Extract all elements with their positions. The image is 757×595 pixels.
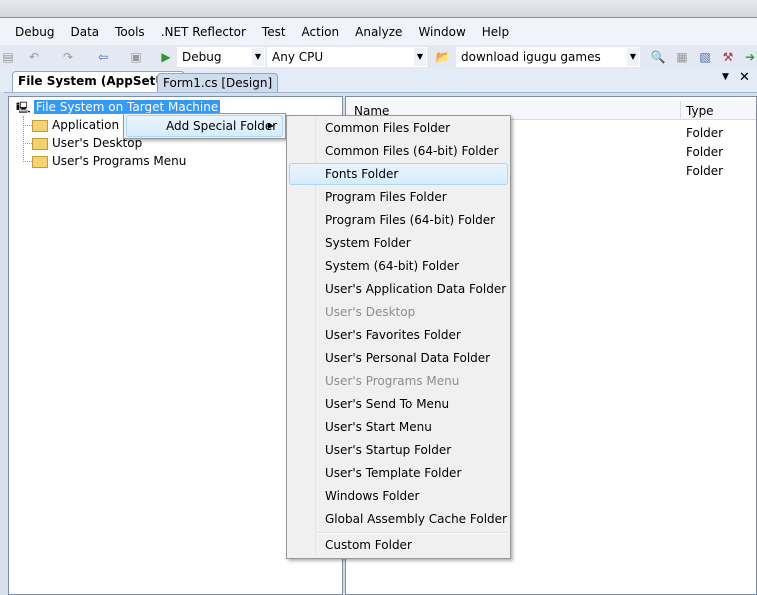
toolbar: ▤ ↶ ↷ ⇦ ▣ ▶ Debug ▼ Any CPU ▼ 📂 download i… — [0, 45, 757, 68]
submenu-item-global-assembly-cache-folder[interactable]: Global Assembly Cache Folder — [289, 508, 508, 530]
submenu-item-system-64-bit-folder[interactable]: System (64-bit) Folder — [289, 255, 508, 277]
context-menu: Add Special Folder ▶ — [123, 113, 286, 139]
object-browser-icon[interactable]: ▧ — [697, 49, 713, 65]
chevron-down-icon: ▼ — [252, 48, 264, 66]
submenu-item-user-s-favorites-folder[interactable]: User's Favorites Folder — [289, 324, 508, 346]
menu-item-add-special-folder[interactable]: Add Special Folder ▶ — [126, 115, 283, 137]
submenu-item-user-s-personal-data-folder[interactable]: User's Personal Data Folder — [289, 347, 508, 369]
submenu-item-user-s-programs-menu: User's Programs Menu — [325, 374, 460, 388]
close-icon[interactable]: ✕ — [739, 70, 750, 85]
undo-icon[interactable]: ↶ — [26, 49, 42, 65]
submenu-item-user-s-application-data-folder[interactable]: User's Application Data Folder — [289, 278, 508, 300]
submenu-item-user-s-send-to-menu[interactable]: User's Send To Menu — [289, 393, 508, 415]
folder-icon — [32, 155, 48, 168]
solution-config-dropdown[interactable]: Debug ▼ — [177, 47, 265, 67]
tree-root-label: File System on Target Machine — [33, 100, 221, 114]
chevron-down-icon: ▼ — [414, 48, 426, 66]
submenu-item-program-files-folder[interactable]: Program Files Folder — [289, 186, 508, 208]
menu-data[interactable]: Data — [70, 25, 99, 39]
folder-icon — [32, 119, 48, 132]
submenu-item-user-s-template-folder[interactable]: User's Template Folder — [289, 462, 508, 484]
platform-dropdown[interactable]: Any CPU ▼ — [267, 47, 427, 67]
column-header-type[interactable]: Type — [686, 104, 714, 118]
menu-net-reflector[interactable]: .NET Reflector — [161, 25, 246, 39]
properties-icon[interactable]: ▦ — [674, 49, 690, 65]
navigate-icon[interactable]: ⇦ — [95, 49, 111, 65]
document-tab-strip: File System (AppSetUp) Form1.cs [Design]… — [0, 68, 757, 92]
submenu-item-fonts-folder[interactable]: Fonts Folder — [289, 163, 508, 185]
menu-analyze[interactable]: Analyze — [355, 25, 402, 39]
submenu-item-windows-folder[interactable]: Windows Folder — [289, 485, 508, 507]
submenu-item-common-files-folder[interactable]: Common Files Folder — [289, 117, 508, 139]
find-in-files-icon[interactable]: 📂 — [435, 49, 451, 65]
window-icon[interactable]: ▣ — [128, 49, 144, 65]
list-row-type: Folder — [686, 126, 724, 140]
folder-icon — [32, 137, 48, 150]
submenu-item-user-s-start-menu[interactable]: User's Start Menu — [289, 416, 508, 438]
list-row-type: Folder — [686, 145, 724, 159]
start-debug-icon[interactable]: ▶ — [158, 49, 174, 65]
paste-icon[interactable]: ▤ — [0, 49, 16, 65]
list-row-type: Folder — [686, 164, 724, 178]
menu-item-label: Add Special Folder — [166, 119, 278, 133]
submenu-arrow-icon: ▶ — [267, 121, 274, 130]
submenu-item-system-folder[interactable]: System Folder — [289, 232, 508, 254]
find-dropdown[interactable]: download igugu games ▼ — [456, 47, 640, 67]
submenu-item-user-s-desktop: User's Desktop — [325, 305, 416, 319]
title-bar — [0, 0, 757, 18]
submenu-item-custom-folder[interactable]: Custom Folder — [289, 534, 508, 556]
tree-item-label: User's Programs Menu — [52, 154, 187, 168]
tree-item-users-programs-menu[interactable]: User's Programs Menu — [23, 153, 186, 170]
special-folder-submenu: Common Files Folder Common Files (64-bit)… — [286, 115, 511, 559]
solution-explorer-icon[interactable]: 🔍 — [650, 49, 666, 65]
platform-value: Any CPU — [272, 50, 324, 64]
find-value: download igugu games — [461, 50, 601, 64]
submenu-item-common-files-64-bit-folder[interactable]: Common Files (64-bit) Folder — [289, 140, 508, 162]
tab-list-dropdown-icon[interactable]: ▼ — [722, 72, 729, 82]
menu-tools[interactable]: Tools — [115, 25, 145, 39]
redo-icon[interactable]: ↷ — [60, 49, 76, 65]
menu-window[interactable]: Window — [418, 25, 465, 39]
menu-debug[interactable]: Debug — [15, 25, 54, 39]
submenu-item-user-s-startup-folder[interactable]: User's Startup Folder — [289, 439, 508, 461]
menu-bar: Debug Data Tools .NET Reflector Test Action An… — [0, 18, 757, 45]
submenu-item-program-files-64-bit-folder[interactable]: Program Files (64-bit) Folder — [289, 209, 508, 231]
chevron-down-icon: ▼ — [627, 48, 639, 66]
computer-icon: 🖳 — [16, 101, 31, 114]
menu-test[interactable]: Test — [262, 25, 286, 39]
exit-icon[interactable]: ➔ — [742, 49, 757, 65]
menu-help[interactable]: Help — [482, 25, 509, 39]
tab-form1-design[interactable]: Form1.cs [Design] — [157, 73, 279, 92]
config-value: Debug — [182, 50, 222, 64]
menu-action[interactable]: Action — [302, 25, 340, 39]
tools-icon[interactable]: ⚒ — [720, 49, 736, 65]
